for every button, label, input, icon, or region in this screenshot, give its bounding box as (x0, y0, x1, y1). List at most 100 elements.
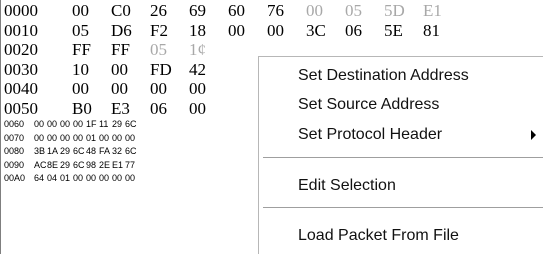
hex-byte: 26 (150, 1, 167, 20)
hex-byte: E1 (112, 159, 124, 170)
hex-byte: 69 (189, 1, 206, 20)
hex-byte: 00 (72, 1, 89, 20)
hex-byte: 01 (60, 173, 71, 183)
hex-byte: FD (150, 59, 172, 79)
menu-item-label: Set Destination Address (298, 67, 469, 84)
hex-byte: 81 (423, 20, 440, 40)
hex-byte: 00 (125, 132, 136, 143)
hex-byte: 5D (384, 1, 405, 20)
menu-item-label: Set Protocol Header (298, 126, 443, 143)
hex-offset: 0030 (4, 59, 38, 79)
hex-byte: 1A (47, 146, 59, 156)
hex-byte: AC (34, 159, 47, 170)
hex-byte: 04 (47, 173, 58, 183)
hex-byte: 00 (267, 20, 284, 40)
hex-byte: F2 (150, 20, 168, 40)
hex-offset: 0010 (4, 20, 38, 40)
hex-offset: 0060 (4, 119, 25, 129)
menu-item-load-packet-from-file[interactable]: Load Packet From File (259, 224, 543, 248)
hex-byte: 3C (306, 20, 326, 40)
submenu-arrow-icon (531, 130, 536, 140)
hex-byte: 00 (112, 173, 123, 183)
hex-byte: C0 (111, 1, 131, 20)
hex-byte: 6C (125, 146, 137, 156)
hex-byte: 1¢ (189, 40, 206, 59)
hex-offset: 0040 (4, 79, 38, 98)
context-menu: Set Destination Address Set Source Addre… (258, 56, 543, 254)
hex-byte: 05 (150, 40, 167, 59)
menu-item-set-destination-address[interactable]: Set Destination Address (259, 64, 543, 88)
hex-byte: 00 (150, 79, 167, 98)
hex-row: 0010 05 D6 F2 18 00 00 3C 06 5E 81 (4, 21, 462, 40)
hex-byte: 6C (73, 159, 85, 170)
hex-row: 0000 00 C0 26 69 60 76 00 05 5D E1 (4, 1, 462, 20)
hex-byte: 00 (60, 119, 71, 129)
hex-byte: 3B (34, 146, 46, 156)
hex-byte: 00 (125, 173, 136, 183)
hex-offset: 0070 (4, 132, 25, 143)
hex-byte: 00 (73, 173, 84, 183)
hex-byte: E1 (423, 1, 442, 20)
hex-byte: 76 (267, 1, 284, 20)
hex-byte: 00 (60, 132, 71, 143)
hex-byte: 6C (73, 146, 85, 156)
menu-item-label: Set Source Address (298, 96, 440, 113)
hex-byte: 00 (189, 79, 206, 98)
hex-byte: 00 (99, 132, 110, 143)
hex-byte: 48 (86, 146, 97, 156)
hex-byte: 2E (99, 159, 111, 170)
hex-byte: 77 (125, 159, 136, 170)
hex-byte: 00 (228, 20, 245, 40)
hex-byte: 60 (228, 1, 245, 20)
menu-separator (263, 207, 543, 209)
hex-byte: 6C (125, 119, 137, 129)
menu-item-label: Edit Selection (298, 177, 396, 194)
hex-offset: 0080 (4, 146, 25, 156)
hex-byte: 42 (189, 59, 206, 79)
hex-row: 0030 10 00 FD 42 (4, 60, 228, 79)
hex-byte: 98 (86, 159, 97, 170)
hex-byte: FA (99, 146, 111, 156)
hex-byte: D6 (111, 20, 132, 40)
hex-row: 0080 3B 1A 29 6C48 FA 32 6C (4, 145, 138, 157)
hex-byte: 64 (34, 173, 45, 183)
menu-item-set-source-address[interactable]: Set Source Address (259, 93, 543, 117)
hex-byte: 29 (112, 119, 123, 129)
menu-item-set-protocol-header[interactable]: Set Protocol Header (259, 123, 543, 147)
hex-byte: E3 (111, 98, 130, 118)
hex-byte: 05 (72, 20, 89, 40)
menu-item-edit-selection[interactable]: Edit Selection (259, 174, 543, 198)
hex-row: 00A0 64 04 01 00 00 00 00 00 (4, 172, 138, 184)
hex-byte: B0 (72, 98, 92, 118)
hex-byte: 00 (72, 79, 89, 98)
hex-byte: 00 (111, 79, 128, 98)
hex-byte: 10 (72, 59, 89, 79)
hex-byte: FF (111, 40, 130, 59)
hex-byte: 1F (86, 119, 97, 129)
hex-row: 0090 AC8E 29 6C98 2E E1 77 (4, 159, 138, 171)
hex-byte: 06 (150, 98, 167, 118)
hex-byte: 00 (47, 132, 58, 143)
hex-byte: 00 (34, 119, 45, 129)
hex-offset: 0050 (4, 98, 38, 118)
hex-row: 0020 FF FF 05 1¢ (4, 40, 228, 59)
hex-byte: 00 (99, 173, 110, 183)
hex-byte: 01 (86, 132, 97, 143)
hex-byte: 00 (189, 98, 206, 118)
hex-byte: 29 (60, 159, 71, 170)
hex-byte: 00 (306, 1, 323, 20)
hex-offset: 0020 (4, 40, 38, 59)
hex-byte: 32 (112, 146, 123, 156)
hex-byte: 29 (60, 146, 71, 156)
hex-byte: 00 (47, 119, 58, 129)
hex-byte: 00 (111, 59, 128, 79)
hex-byte: 06 (345, 20, 362, 40)
hex-row: 0060 00 00 00 00 1F 11 29 6C (4, 118, 138, 130)
hex-byte: 00 (86, 173, 97, 183)
hex-row: 0050 B0 E3 06 00 (4, 99, 228, 118)
hex-byte: 8E (47, 159, 59, 170)
hex-byte: 05 (345, 1, 362, 20)
hex-byte: 00 (112, 132, 123, 143)
menu-separator (263, 157, 543, 159)
hex-byte: 00 (73, 132, 84, 143)
